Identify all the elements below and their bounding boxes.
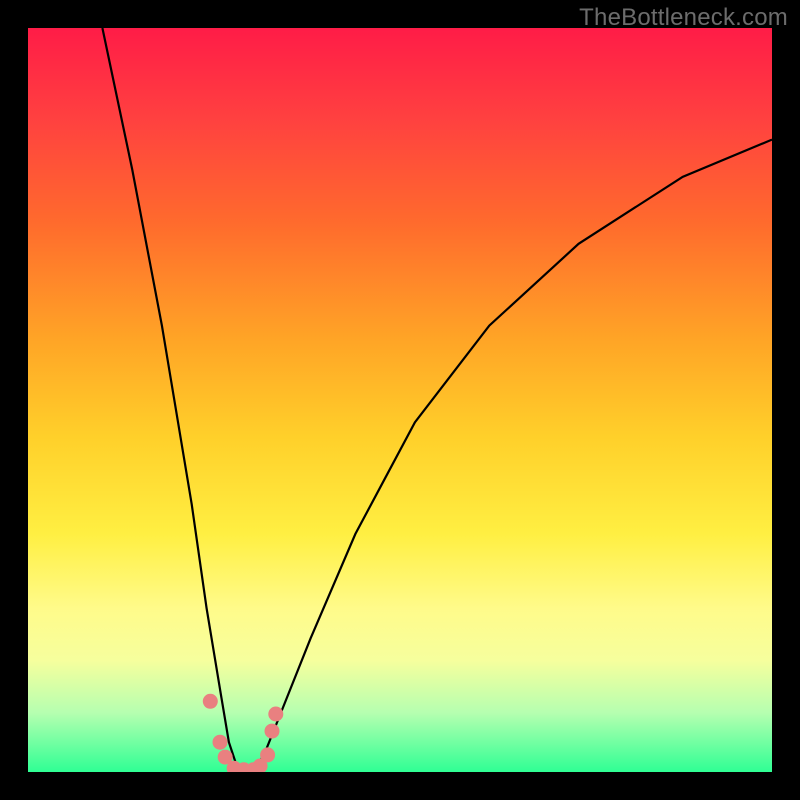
- marker-dot: [203, 694, 218, 709]
- plot-area: [28, 28, 772, 772]
- marker-dot: [265, 724, 280, 739]
- marker-dot: [268, 707, 283, 722]
- watermark-text: TheBottleneck.com: [579, 4, 788, 32]
- marker-dot: [260, 747, 275, 762]
- marker-dot: [213, 735, 228, 750]
- chart-frame: TheBottleneck.com: [0, 0, 800, 800]
- bottleneck-curve: [102, 28, 772, 772]
- bottleneck-chart: [28, 28, 772, 772]
